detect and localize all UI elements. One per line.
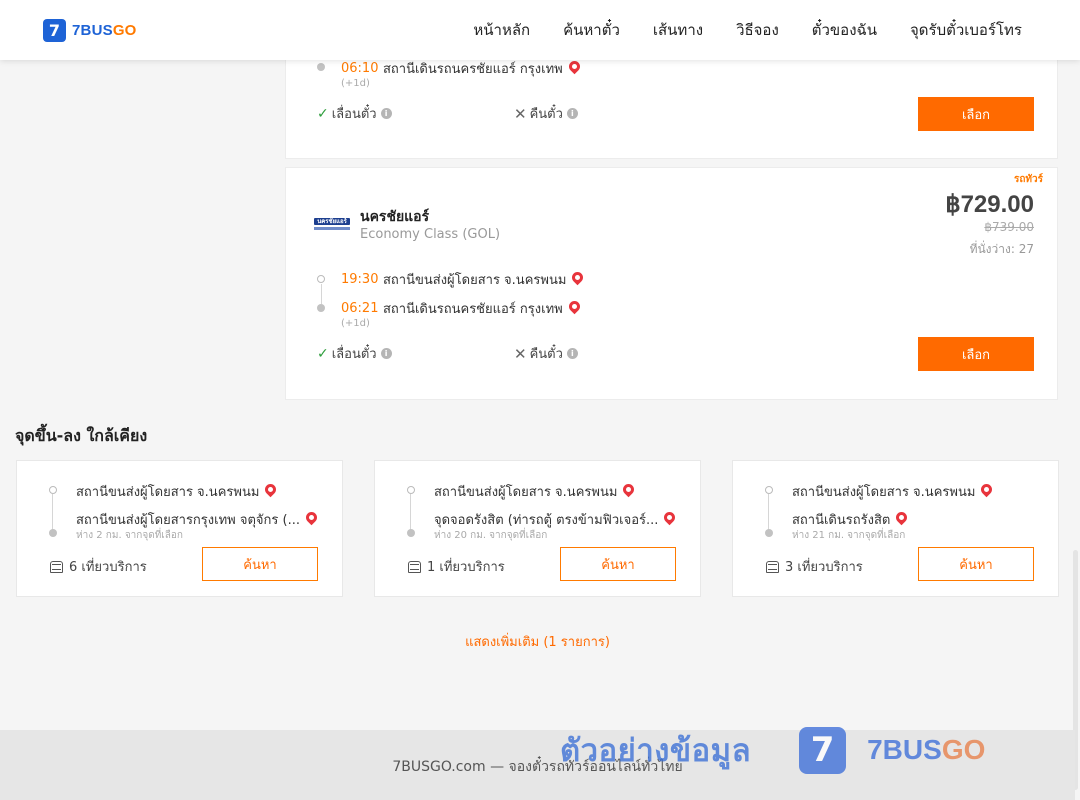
change-ticket-policy: ✓ เลื่อนตั๋ว i xyxy=(317,343,392,364)
map-pin-icon[interactable] xyxy=(662,509,678,526)
search-route-button[interactable]: ค้นหา xyxy=(202,547,318,581)
nav-search-tickets[interactable]: ค้นหาตั๋ว xyxy=(563,18,620,42)
distance-note: ห่าง 21 กม. จากจุดที่เลือก xyxy=(792,530,906,541)
route-line xyxy=(768,494,769,530)
site-header: 7 7BUSGO หน้าหลัก ค้นหาตั๋ว เส้นทาง วิธี… xyxy=(0,0,1080,60)
arrival-stop: 06:10 สถานีเดินรถนครชัยแอร์ กรุงเทพ xyxy=(341,58,582,79)
select-trip-button[interactable]: เลือก xyxy=(918,337,1034,371)
bus-icon xyxy=(766,560,779,573)
cross-icon: ✕ xyxy=(514,344,527,363)
info-icon[interactable]: i xyxy=(566,348,578,359)
logo-mark: 7 xyxy=(43,19,66,42)
map-pin-icon[interactable] xyxy=(621,481,637,498)
logo-wordmark: 7BUSGO xyxy=(72,22,137,39)
arrival-dot xyxy=(317,63,325,71)
check-icon: ✓ xyxy=(317,345,329,362)
change-ticket-label: เลื่อนตั๋ว xyxy=(331,107,377,122)
map-pin-icon[interactable] xyxy=(570,269,586,286)
nearby-route-card: สถานีขนส่งผู้โดยสาร จ.นครพนม จุดจอดรังสิ… xyxy=(374,460,701,597)
change-ticket-policy: ✓ เลื่อนตั๋ว i xyxy=(317,103,392,124)
info-icon[interactable]: i xyxy=(380,108,392,119)
refund-ticket-policy: ✕ คืนตั๋ว i xyxy=(514,343,578,364)
trip-count: 6 เที่ยวบริการ xyxy=(50,556,147,577)
nav-home[interactable]: หน้าหลัก xyxy=(473,18,530,42)
check-icon: ✓ xyxy=(317,105,329,122)
trip-count: 1 เที่ยวบริการ xyxy=(408,556,505,577)
scrollbar-track[interactable] xyxy=(1072,60,1080,800)
operator-name: นครชัยแอร์ xyxy=(360,209,430,225)
arrival-dot xyxy=(317,304,325,312)
select-trip-button[interactable]: เลือก xyxy=(918,97,1034,131)
show-more-link[interactable]: แสดงเพิ่มเติม (1 รายการ) xyxy=(0,631,1075,652)
bus-icon xyxy=(50,560,63,573)
route-line xyxy=(321,284,322,304)
arrival-time: 06:10 xyxy=(341,61,379,76)
search-route-button[interactable]: ค้นหา xyxy=(918,547,1034,581)
departure-dot xyxy=(317,275,325,283)
map-pin-icon[interactable] xyxy=(263,481,279,498)
nav-ticket-pickup-points[interactable]: จุดรับตั๋วเบอร์โทร xyxy=(910,18,1022,42)
bus-icon xyxy=(408,560,421,573)
refund-ticket-policy: ✕ คืนตั๋ว i xyxy=(514,103,578,124)
map-pin-icon[interactable] xyxy=(566,298,582,315)
refund-ticket-label: คืนตั๋ว xyxy=(529,347,563,362)
cross-icon: ✕ xyxy=(514,104,527,123)
trip-count: 3 เที่ยวบริการ xyxy=(766,556,863,577)
destination-dot xyxy=(49,529,57,537)
distance-note: ห่าง 2 กม. จากจุดที่เลือก xyxy=(76,530,183,541)
destination-dot xyxy=(407,529,415,537)
seats-available: ที่นั่งว่าง: 27 xyxy=(969,242,1034,256)
origin-dot xyxy=(765,486,773,494)
original-price: ฿739.00 xyxy=(984,220,1034,234)
departure-stop: 19:30 สถานีขนส่งผู้โดยสาร จ.นครพนม xyxy=(341,269,586,290)
arrival-station: สถานีเดินรถนครชัยแอร์ กรุงเทพ xyxy=(383,302,563,317)
route-line xyxy=(410,494,411,530)
destination-dot xyxy=(765,529,773,537)
sample-data-watermark: ตัวอย่างข้อมูล 7 7BUSGO xyxy=(560,725,985,775)
nav-my-tickets[interactable]: ตั๋วของฉัน xyxy=(812,18,877,42)
map-pin-icon[interactable] xyxy=(566,58,582,75)
nearby-route-card: สถานีขนส่งผู้โดยสาร จ.นครพนม สถานีขนส่งผ… xyxy=(16,460,343,597)
nav-routes[interactable]: เส้นทาง xyxy=(653,18,703,42)
arrival-stop: 06:21 สถานีเดินรถนครชัยแอร์ กรุงเทพ xyxy=(341,298,582,319)
watermark-text: ตัวอย่างข้อมูล xyxy=(560,733,752,769)
nav-how-to-book[interactable]: วิธีจอง xyxy=(736,18,779,42)
arrival-station: สถานีเดินรถนครชัยแอร์ กรุงเทพ xyxy=(383,62,563,77)
search-route-button[interactable]: ค้นหา xyxy=(560,547,676,581)
plus-day-note: (+1d) xyxy=(341,78,370,89)
map-pin-icon[interactable] xyxy=(979,481,995,498)
refund-ticket-label: คืนตั๋ว xyxy=(529,107,563,122)
destination-station: สถานีขนส่งผู้โดยสารกรุงเทพ จตุจักร (... xyxy=(76,509,320,530)
watermark-brand: 7BUSGO xyxy=(867,734,986,765)
main-nav: หน้าหลัก ค้นหาตั๋ว เส้นทาง วิธีจอง ตั๋วข… xyxy=(473,18,1022,42)
operator-logo: นครชัยแอร์ xyxy=(314,218,350,232)
watermark-logo-mark: 7 xyxy=(799,726,847,774)
info-icon[interactable]: i xyxy=(566,108,578,119)
change-ticket-label: เลื่อนตั๋ว xyxy=(331,347,377,362)
plus-day-note: (+1d) xyxy=(341,318,370,329)
departure-time: 19:30 xyxy=(341,272,379,287)
destination-station: สถานีเดินรถรังสิต xyxy=(792,509,910,530)
origin-dot xyxy=(407,486,415,494)
map-pin-icon[interactable] xyxy=(303,509,320,526)
bus-type-tag: รถทัวร์ xyxy=(1013,174,1043,185)
ticket-price: ฿729.00 xyxy=(945,191,1034,218)
departure-station: สถานีขนส่งผู้โดยสาร จ.นครพนม xyxy=(383,273,567,288)
info-icon[interactable]: i xyxy=(380,348,392,359)
arrival-time: 06:21 xyxy=(341,301,379,316)
origin-dot xyxy=(49,486,57,494)
nearby-section-title: จุดขึ้น-ลง ใกล้เคียง xyxy=(15,426,148,445)
route-line xyxy=(52,494,53,530)
map-pin-icon[interactable] xyxy=(894,509,910,526)
distance-note: ห่าง 20 กม. จากจุดที่เลือก xyxy=(434,530,548,541)
origin-station: สถานีขนส่งผู้โดยสาร จ.นครพนม xyxy=(792,481,995,502)
origin-station: สถานีขนส่งผู้โดยสาร จ.นครพนม xyxy=(76,481,279,502)
nearby-route-card: สถานีขนส่งผู้โดยสาร จ.นครพนม สถานีเดินรถ… xyxy=(732,460,1059,597)
origin-station: สถานีขนส่งผู้โดยสาร จ.นครพนม xyxy=(434,481,637,502)
trip-card: รถทัวร์ นครชัยแอร์ นครชัยแอร์ Economy Cl… xyxy=(285,167,1058,400)
destination-station: จุดจอดรังสิต (ท่ารถตู้ ตรงข้ามฟิวเจอร์..… xyxy=(434,509,678,530)
site-logo[interactable]: 7 7BUSGO xyxy=(43,19,137,42)
seat-class: Economy Class (GOL) xyxy=(360,227,501,242)
